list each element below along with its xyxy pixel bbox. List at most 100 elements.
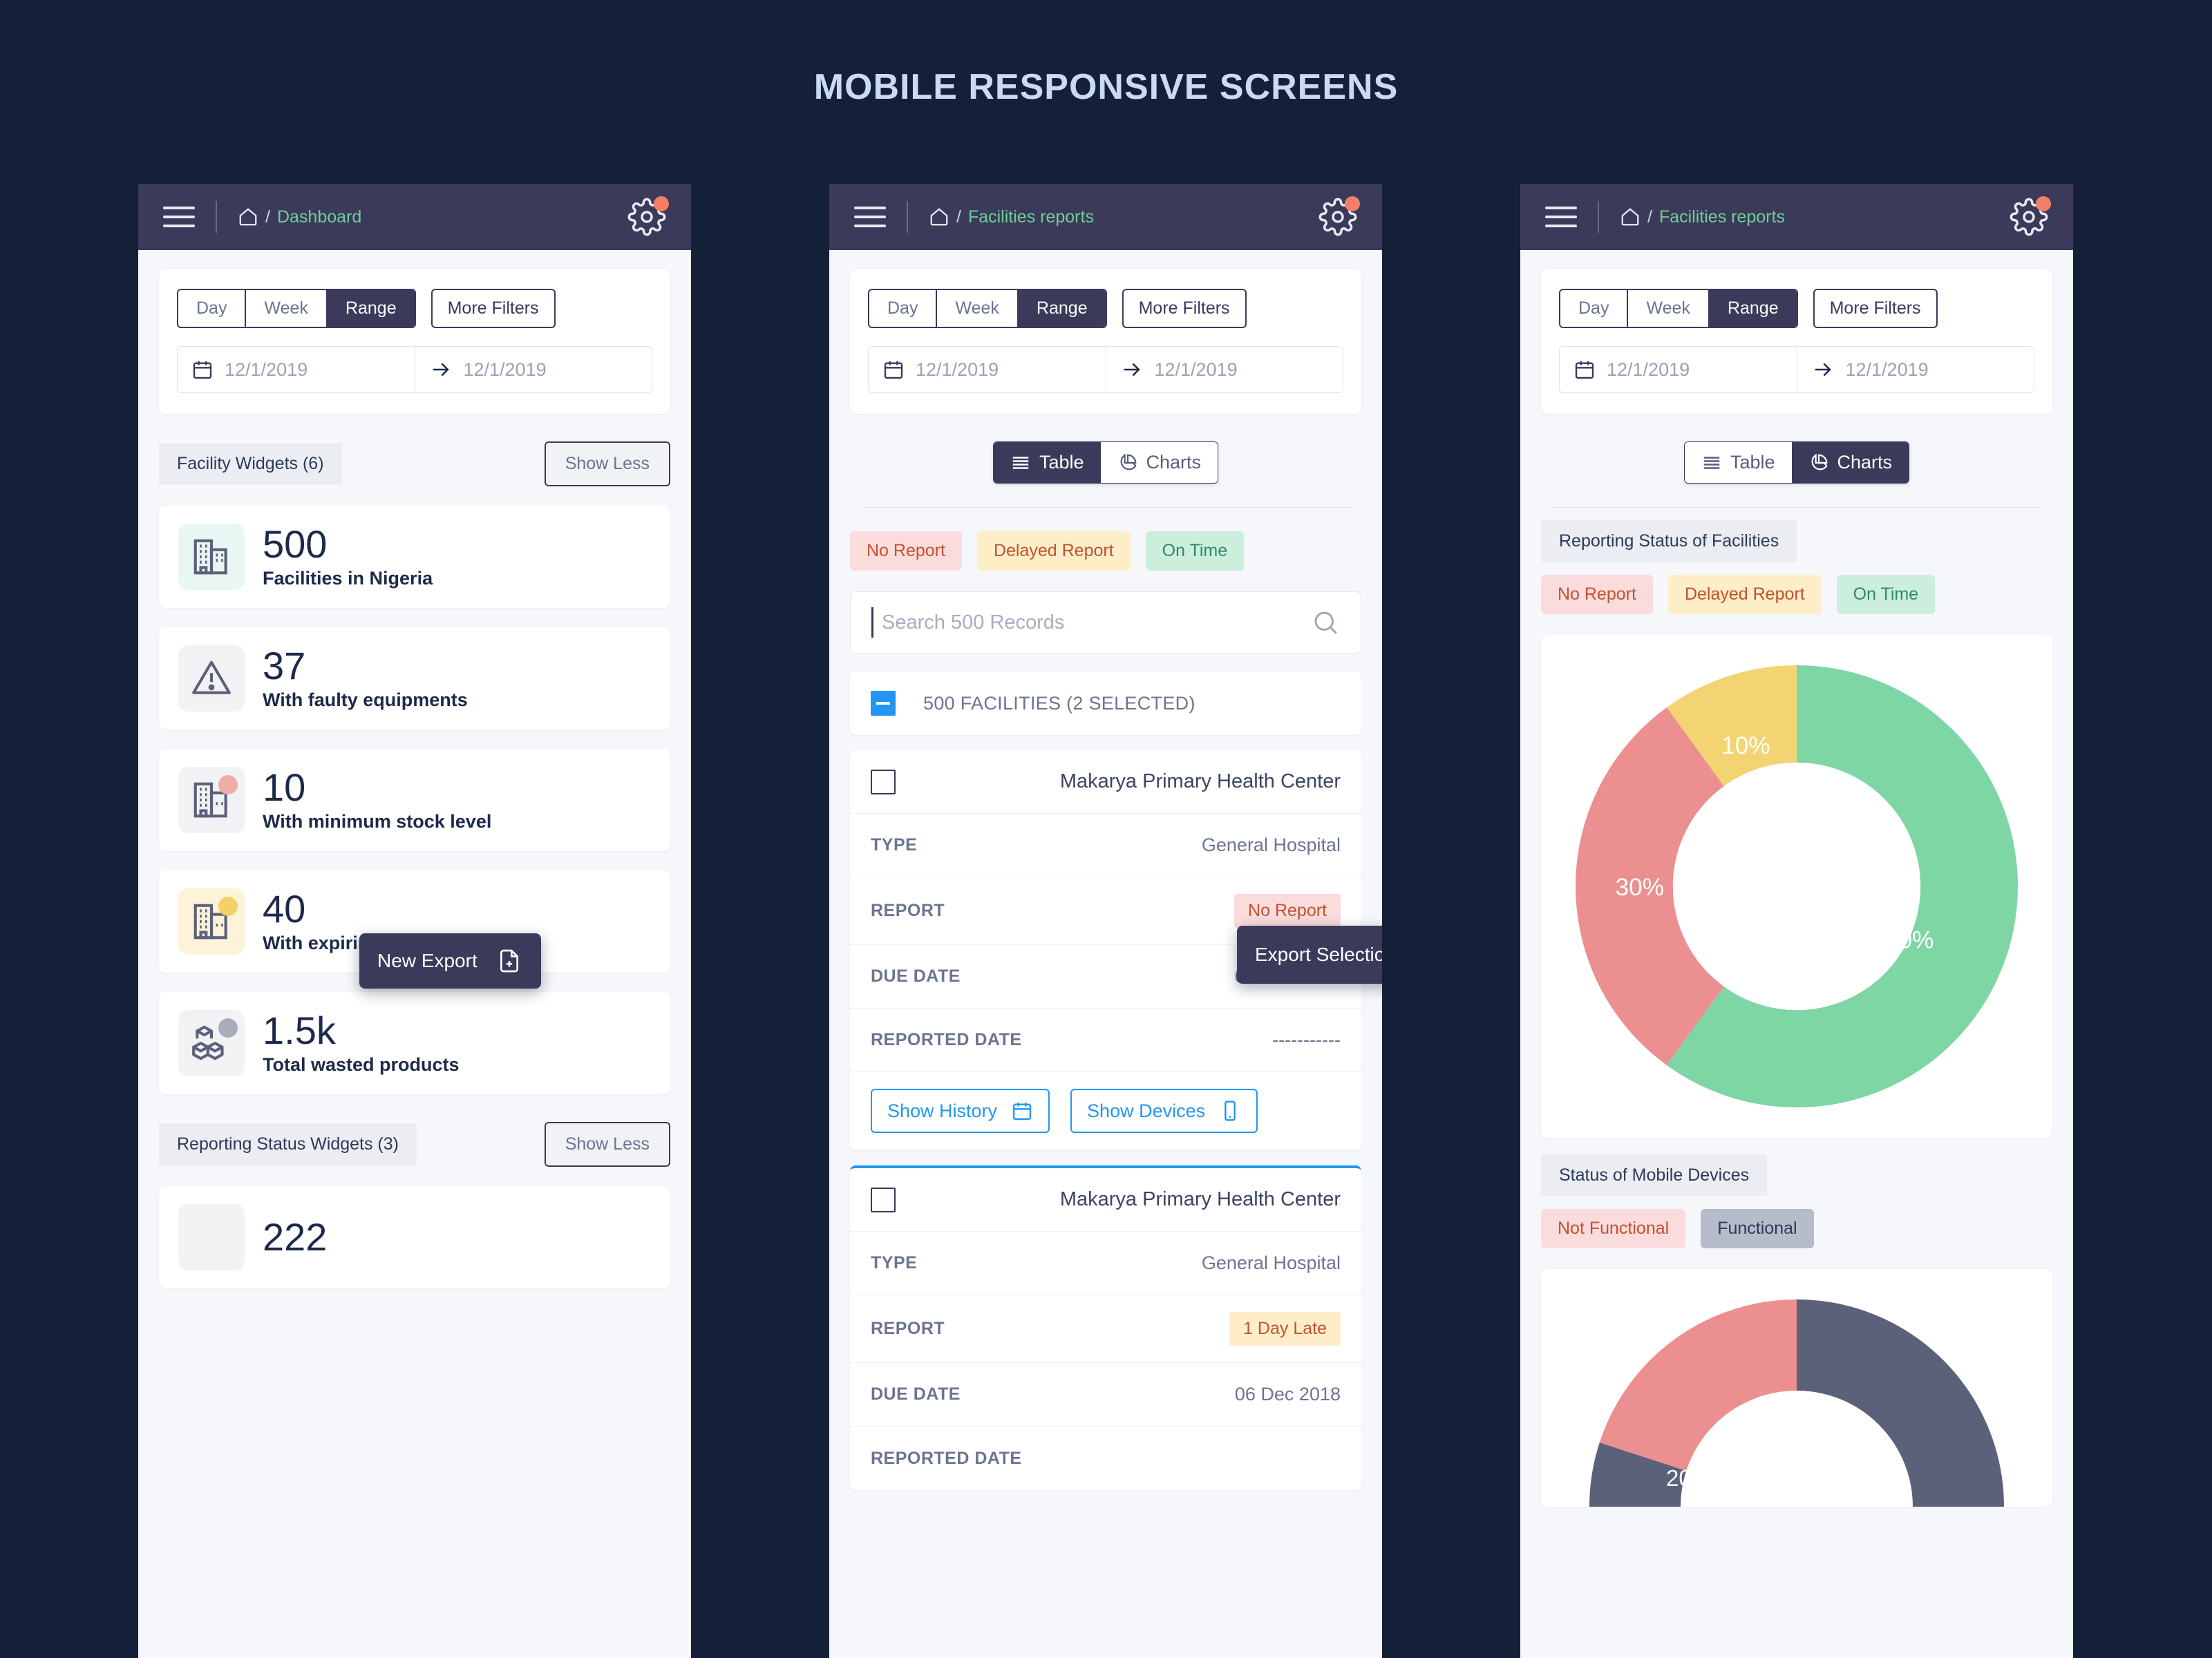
show-history-button[interactable]: Show History [871,1089,1050,1133]
field-label: REPORTED DATE [871,1030,1022,1049]
period-week-button[interactable]: Week [937,290,1019,327]
status-dot [218,775,238,794]
period-range-button[interactable]: Range [327,290,415,327]
hamburger-menu-icon[interactable] [1545,207,1577,227]
tab-charts[interactable]: Charts [1100,442,1218,483]
field-label: DUE DATE [871,1384,961,1404]
period-week-button[interactable]: Week [1628,290,1710,327]
date-to-field[interactable]: 12/1/2019 [1106,347,1343,392]
reporting-status-widgets-section-header: Reporting Status Widgets (3) Show Less [159,1122,670,1167]
row-title-line: Makarya Primary Health Center [850,750,1361,814]
date-from-field[interactable]: 12/1/2019 [1560,347,1797,392]
date-from-field[interactable]: 12/1/2019 [869,347,1106,392]
field-value: General Hospital [1201,835,1341,855]
settings-gear-button[interactable] [627,196,669,236]
date-to-field[interactable]: 12/1/2019 [1797,347,2034,392]
breadcrumb-separator: / [956,207,961,227]
chip-on-time[interactable]: On Time [1836,575,1936,614]
breadcrumb-label[interactable]: Facilities reports [968,207,1094,227]
breadcrumb-separator: / [265,207,270,227]
search-placeholder: Search 500 Records [882,611,1065,633]
chip-no-report[interactable]: No Report [850,531,962,571]
period-range-button[interactable]: Range [1018,290,1106,327]
donut-label-delayed-report: 10% [1721,732,1770,759]
home-icon[interactable] [238,207,258,227]
top-bar: / Facilities reports [1520,184,2073,250]
tab-charts[interactable]: Charts [1791,442,1909,483]
divider [860,507,1352,508]
donut-chart-reporting-status: 60% 30% 10% [1541,635,2052,1138]
breadcrumb-label[interactable]: Dashboard [277,207,361,227]
period-week-button[interactable]: Week [246,290,328,327]
reporting-status-show-less-button[interactable]: Show Less [544,1122,670,1167]
row-field-reported-date: REPORTED DATE ----------- [850,1009,1361,1072]
widget-label: Facilities in Nigeria [263,567,433,589]
settings-gear-button[interactable] [1318,196,1360,236]
more-filters-button[interactable]: More Filters [1122,289,1247,328]
date-from-field[interactable]: 12/1/2019 [178,347,415,392]
filter-card: Day Week Range More Filters 12/1/2019 12… [850,269,1361,414]
hamburger-menu-icon[interactable] [854,207,886,227]
table-header-row: 500 FACILITIES (2 SELECTED) [850,671,1361,735]
breadcrumb-label[interactable]: Facilities reports [1659,207,1785,227]
widget-card[interactable]: 500 Facilities in Nigeria [159,506,670,608]
more-filters-button[interactable]: More Filters [1813,289,1938,328]
facility-name: Makarya Primary Health Center [1059,1188,1341,1210]
chip-delayed-report[interactable]: Delayed Report [1667,575,1822,614]
date-range-picker: 12/1/2019 12/1/2019 [1559,346,2034,393]
chart-1-title: Reporting Status of Facilities [1541,520,1797,562]
period-day-button[interactable]: Day [1560,290,1629,327]
row-checkbox[interactable] [871,769,896,794]
tab-table[interactable]: Table [993,442,1101,483]
field-label: REPORT [871,901,945,920]
period-day-button[interactable]: Day [178,290,247,327]
home-icon[interactable] [1620,207,1641,227]
widget-value: 500 [263,522,328,566]
chip-on-time[interactable]: On Time [1145,531,1245,571]
period-segmented-control: Day Week Range [1559,289,1798,328]
generic-icon [178,1204,245,1270]
show-devices-button[interactable]: Show Devices [1070,1089,1258,1133]
widget-card[interactable]: 10 With minimum stock level [159,749,670,851]
breadcrumb: / Facilities reports [1620,207,1785,227]
date-to-value: 12/1/2019 [1845,359,1929,380]
chip-delayed-report[interactable]: Delayed Report [976,531,1131,571]
donut-label-on-time: 60% [1885,927,1934,954]
hamburger-menu-icon[interactable] [163,207,195,227]
widget-card[interactable]: 37 With faulty equipments [159,627,670,730]
building-icon [178,767,245,833]
date-to-field[interactable]: 12/1/2019 [415,347,652,392]
calendar-icon [193,361,212,379]
select-all-checkbox[interactable] [871,691,896,716]
notification-dot [654,196,669,211]
facility-widgets-show-less-button[interactable]: Show Less [544,441,670,486]
home-icon[interactable] [929,207,949,227]
search-icon[interactable] [1311,608,1340,637]
settings-gear-button[interactable] [2010,196,2051,236]
field-value: 06 Dec 2018 [1234,1384,1341,1404]
field-label: TYPE [871,1253,918,1273]
field-label: DUE DATE [871,966,961,986]
chip-not-functional[interactable]: Not Functional [1541,1209,1686,1248]
widget-card[interactable]: 222 [159,1186,670,1288]
new-export-button[interactable]: New Export [359,933,541,989]
building-icon [178,888,245,955]
widget-card[interactable]: 1.5k Total wasted products [159,992,670,1094]
tab-table-label: Table [1039,452,1084,473]
export-selection-button[interactable]: Export Selection [1237,926,1382,984]
view-toggle: Table Charts [992,441,1219,484]
breadcrumb-separator: / [1647,207,1652,227]
calendar-icon [1012,1103,1032,1121]
more-filters-button[interactable]: More Filters [431,289,556,328]
mobile-icon [1225,1100,1236,1121]
donut-label-not-functional: 20% [1666,1465,1712,1491]
chip-no-report[interactable]: No Report [1541,575,1653,614]
period-day-button[interactable]: Day [869,290,938,327]
chip-functional[interactable]: Functional [1701,1209,1814,1248]
row-checkbox[interactable] [871,1187,896,1212]
tab-table[interactable]: Table [1684,442,1792,483]
period-range-button[interactable]: Range [1709,290,1797,327]
row-field-report: REPORT 1 Day Late [850,1295,1361,1363]
search-input[interactable]: Search 500 Records [850,591,1361,654]
filter-card: Day Week Range More Filters 12/1/2019 12… [1541,269,2052,414]
